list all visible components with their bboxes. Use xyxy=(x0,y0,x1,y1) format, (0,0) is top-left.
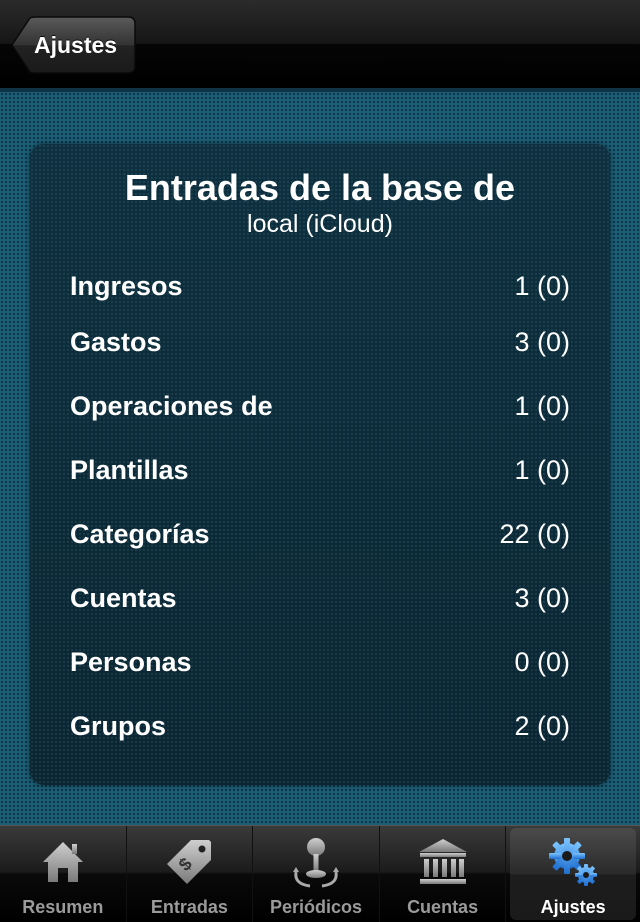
panel-subtitle: local (iCloud) xyxy=(247,210,393,238)
house-icon xyxy=(42,842,83,882)
entry-label: Plantillas xyxy=(70,455,189,485)
price-tag-icon: $ xyxy=(167,840,212,884)
bank-icon xyxy=(418,839,467,884)
entry-label: Ingresos xyxy=(70,271,183,301)
entry-row-operaciones: Operaciones de 1 (0) xyxy=(70,386,570,426)
entry-label: Gastos xyxy=(70,327,162,357)
entry-count: 2 (0) xyxy=(514,711,570,741)
database-entries-panel: Entradas de la base de local (iCloud) In… xyxy=(30,144,610,785)
tab-label: Ajustes xyxy=(540,897,606,917)
entry-row-gastos: Gastos 3 (0) xyxy=(70,322,570,362)
entry-label: Grupos xyxy=(70,711,167,741)
tab-label: Resumen xyxy=(22,897,104,917)
entry-row-plantillas: Plantillas 1 (0) xyxy=(70,450,570,490)
entry-row-personas: Personas 0 (0) xyxy=(70,642,570,682)
entry-row-categorias: Categorías 22 (0) xyxy=(70,514,570,554)
navigation-bar: Ajustes xyxy=(0,0,640,88)
joystick-repeat-icon xyxy=(292,838,339,888)
tab-ajustes[interactable]: Ajustes xyxy=(510,828,636,920)
tab-cuentas[interactable]: Cuentas xyxy=(380,826,507,922)
back-button-label: Ajustes xyxy=(34,32,118,58)
panel-title: Entradas de la base de xyxy=(124,167,516,208)
entry-count: 3 (0) xyxy=(514,327,570,357)
gears-icon xyxy=(549,838,598,886)
entry-count: 3 (0) xyxy=(514,583,570,613)
entry-count: 1 (0) xyxy=(514,455,570,485)
tab-periodicos[interactable]: Periódicos xyxy=(253,826,380,922)
tab-label: Entradas xyxy=(150,897,228,917)
entry-row-cuentas: Cuentas 3 (0) xyxy=(70,578,570,618)
back-button[interactable]: Ajustes xyxy=(10,16,136,74)
entry-label: Categorías xyxy=(70,519,210,549)
entry-row-grupos: Grupos 2 (0) xyxy=(70,706,570,746)
tab-bar: Resumen $ Entradas Periódicos Cuentas Aj… xyxy=(0,825,640,922)
tab-entradas[interactable]: $ Entradas xyxy=(127,826,254,922)
entry-count: 1 (0) xyxy=(514,391,570,421)
entry-count: 0 (0) xyxy=(514,647,570,677)
entry-label: Personas xyxy=(70,647,192,677)
entry-label: Operaciones de xyxy=(70,391,273,421)
entry-row-ingresos: Ingresos 1 (0) xyxy=(70,266,570,306)
tab-resumen[interactable]: Resumen xyxy=(0,826,127,922)
entry-label: Cuentas xyxy=(70,583,177,613)
content-area: Entradas de la base de local (iCloud) In… xyxy=(0,88,640,825)
tab-label: Periódicos xyxy=(269,897,362,917)
screen: Ajustes Entradas de la base de local (iC… xyxy=(0,0,640,922)
tab-label: Cuentas xyxy=(407,897,479,917)
entry-count: 22 (0) xyxy=(499,519,570,549)
entry-count: 1 (0) xyxy=(514,271,570,301)
